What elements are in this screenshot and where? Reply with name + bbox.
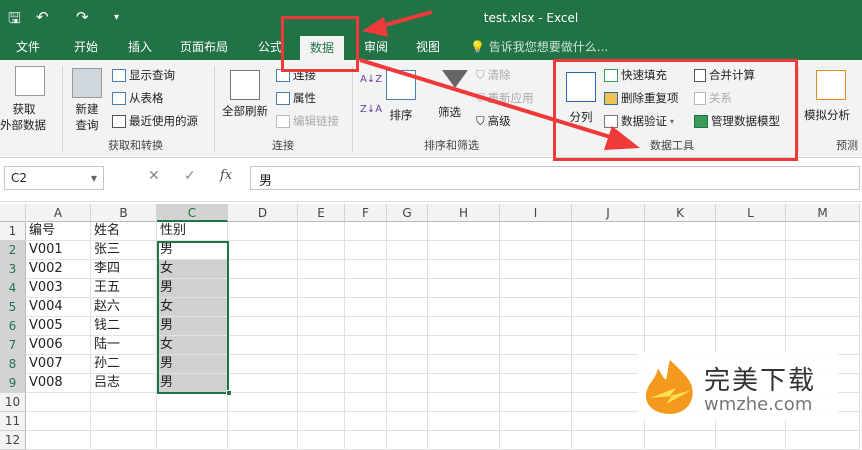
arrowhead-icon [362,17,388,37]
watermark: 完美下载 wmzhe.com [638,352,838,420]
arrow-to-data-tools [359,58,621,142]
watermark-name: 完美下载 [704,366,817,396]
arrowhead-icon [604,126,640,150]
arrow-to-tab [377,10,433,29]
watermark-url: wmzhe.com [704,394,813,415]
flame-logo-icon [646,360,693,414]
